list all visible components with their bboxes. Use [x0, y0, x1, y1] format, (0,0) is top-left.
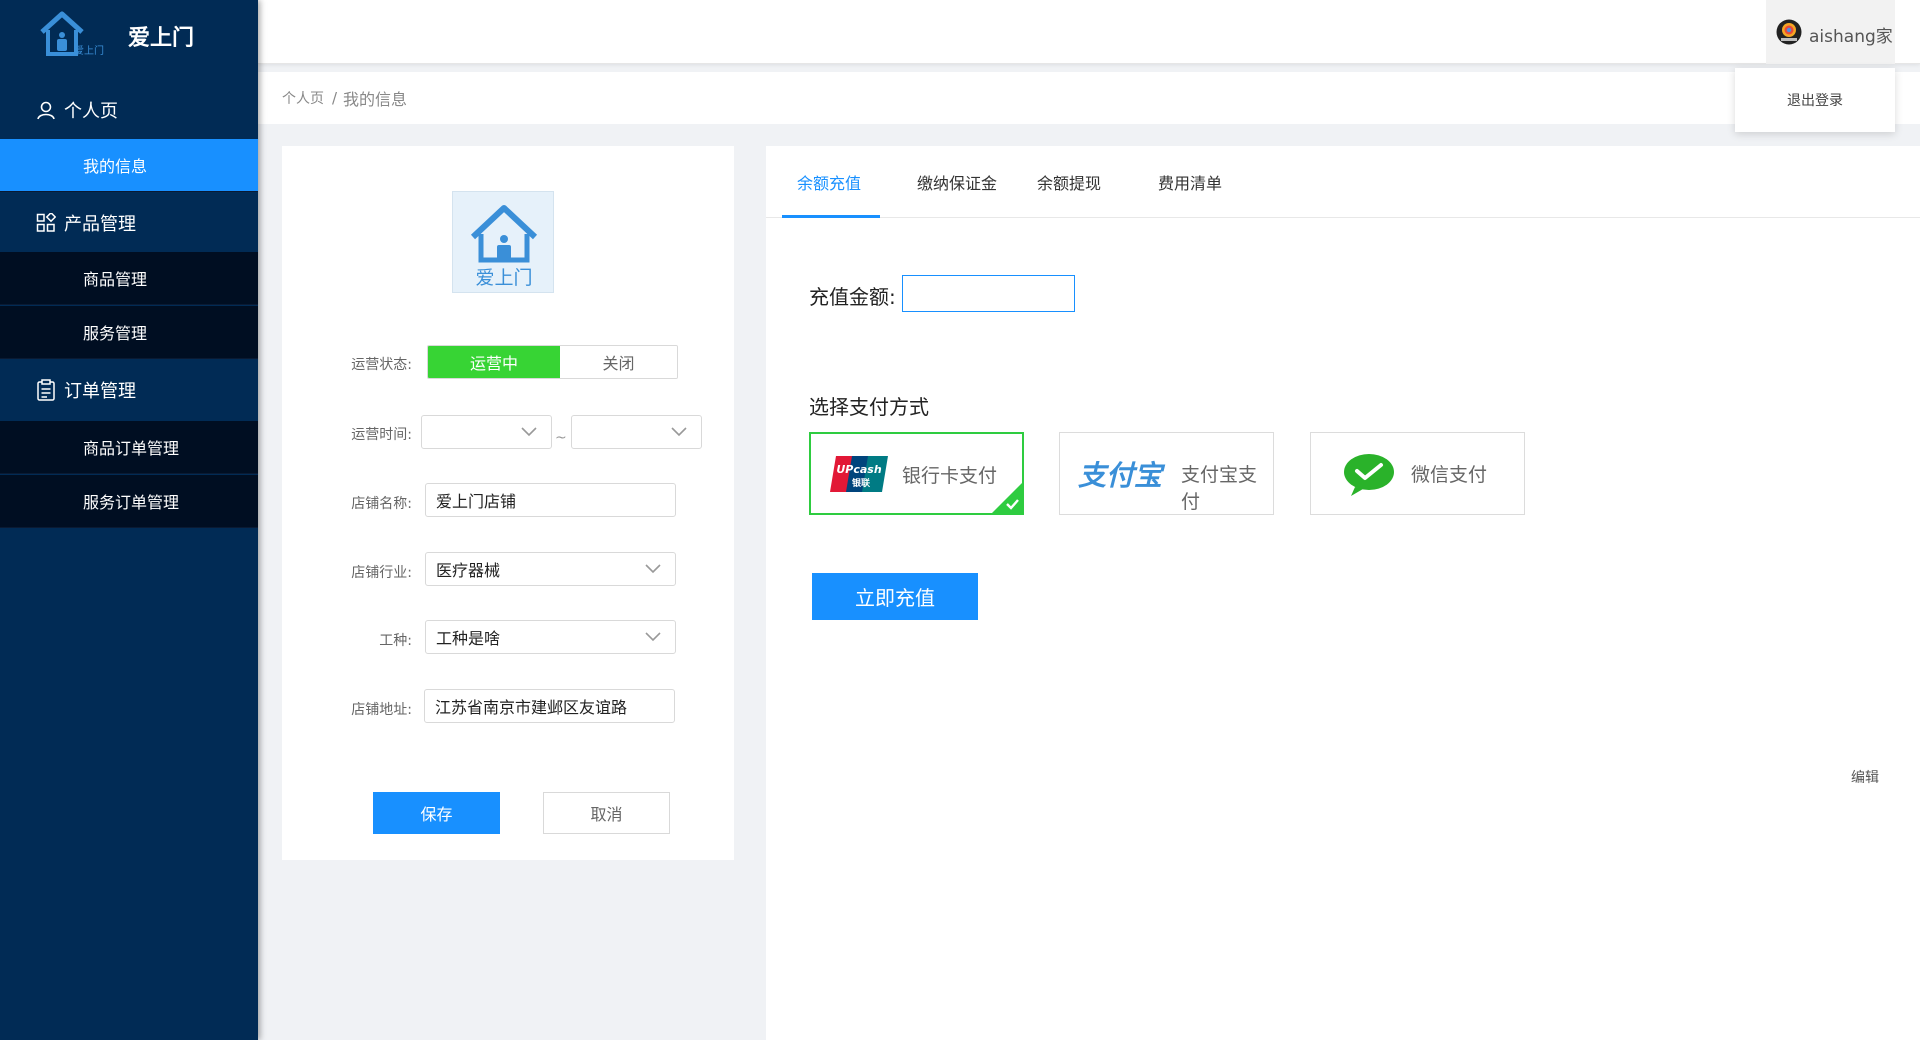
svg-text:UPcash: UPcash [836, 463, 881, 476]
menu-group-label: 产品管理 [64, 214, 136, 235]
shop-profile-panel: 爱上门 运营状态: 运营中 关闭 运营时间: ~ 店铺名称: 爱上门店铺 店铺行… [282, 146, 734, 860]
time-label: 运营时间: [351, 427, 412, 443]
amount-input[interactable] [902, 275, 1075, 312]
house-logo-icon: 爱上门 [470, 205, 538, 289]
industry-label: 店铺行业: [351, 565, 412, 581]
recharge-panel: 余额充值 缴纳保证金 余额提现 费用清单 充值金额: 选择支付方式 UPcash… [766, 146, 1920, 1040]
tab-bar: 余额充值 缴纳保证金 余额提现 费用清单 [766, 146, 1920, 218]
address-input[interactable]: 江苏省南京市建邺区友谊路 [424, 689, 675, 723]
status-on-option[interactable]: 运营中 [428, 346, 560, 378]
logo-mark-text: 爱上门 [74, 44, 104, 57]
wechat-pay-icon [1344, 454, 1394, 496]
alipay-icon: 支付宝 [1078, 459, 1166, 492]
pay-method-title: 选择支付方式 [809, 395, 929, 419]
address-label: 店铺地址: [351, 702, 412, 718]
end-time-select[interactable] [571, 415, 702, 449]
status-label: 运营状态: [351, 357, 412, 373]
time-separator: ~ [555, 430, 567, 446]
pay-option-label: 银行卡支付 [902, 465, 998, 487]
pay-option-label: 支付宝支付 [1181, 464, 1258, 513]
svg-text:银联: 银联 [852, 477, 871, 489]
pay-option-alipay[interactable]: 支付宝 支付宝支付 [1059, 432, 1274, 515]
sidebar-item-my-info[interactable]: 我的信息 [0, 139, 258, 192]
tab-deposit[interactable]: 缴纳保证金 [917, 146, 997, 218]
tab-withdraw[interactable]: 余额提现 [1037, 146, 1101, 218]
svg-text:支付宝: 支付宝 [1078, 459, 1166, 492]
tab-balance-recharge[interactable]: 余额充值 [797, 146, 861, 218]
save-button[interactable]: 保存 [373, 792, 500, 834]
worktype-value: 工种是啥 [436, 629, 501, 648]
cancel-button[interactable]: 取消 [543, 792, 670, 834]
breadcrumb-item-personal[interactable]: 个人页 [282, 88, 324, 108]
menu-group-products[interactable]: 产品管理 [0, 195, 258, 251]
avatar [1776, 19, 1802, 45]
status-off-option[interactable]: 关闭 [560, 346, 677, 378]
sidebar-item-label: 商品管理 [83, 270, 148, 289]
industry-select[interactable]: 医疗器械 [425, 552, 676, 586]
sidebar-item-label: 服务订单管理 [83, 493, 180, 512]
app-name: 爱上门 [128, 26, 195, 51]
sidebar-item-label: 服务管理 [83, 324, 148, 343]
unionpay-icon: UPcash 银联 [830, 456, 888, 492]
menu-group-label: 个人页 [64, 101, 118, 122]
top-header [258, 0, 1920, 64]
check-icon [992, 483, 1022, 513]
breadcrumb: 个人页 / 我的信息 [258, 72, 1920, 124]
chevron-down-icon [671, 427, 687, 437]
app-logo[interactable]: 爱上门 爱上门 [0, 0, 258, 70]
chevron-down-icon [645, 632, 661, 642]
sidebar: 爱上门 爱上门 个人页 我的信息 产品管理 商品管理 服务管理 订单管理 商品订… [0, 0, 258, 1040]
menu-group-personal[interactable]: 个人页 [0, 82, 258, 138]
apps-icon [36, 213, 56, 232]
amount-label: 充值金额: [809, 285, 896, 309]
sidebar-item-label: 我的信息 [83, 157, 148, 176]
user-icon [37, 101, 55, 120]
menu-group-label: 订单管理 [64, 381, 136, 402]
clipboard-icon [37, 379, 55, 401]
pay-option-label: 微信支付 [1411, 464, 1488, 486]
status-toggle[interactable]: 运营中 关闭 [427, 345, 678, 379]
shop-name-input[interactable]: 爱上门店铺 [425, 483, 676, 517]
name-label: 店铺名称: [351, 496, 412, 512]
sidebar-item-service-orders[interactable]: 服务订单管理 [0, 475, 258, 528]
recharge-now-button[interactable]: 立即充值 [812, 573, 978, 620]
tab-fee-list[interactable]: 费用清单 [1158, 146, 1222, 218]
user-menu[interactable]: aishang家 [1766, 0, 1895, 64]
active-tab-indicator [782, 215, 880, 218]
sidebar-item-goods-orders[interactable]: 商品订单管理 [0, 421, 258, 474]
sidebar-item-services[interactable]: 服务管理 [0, 306, 258, 359]
shop-name-value: 爱上门店铺 [436, 492, 517, 511]
pay-option-wechat[interactable]: 微信支付 [1310, 432, 1525, 515]
worktype-label: 工种: [379, 633, 412, 649]
start-time-select[interactable] [421, 415, 552, 449]
user-name: aishang家 [1809, 27, 1893, 47]
address-value: 江苏省南京市建邺区友谊路 [435, 698, 628, 717]
logout-button[interactable]: 退出登录 [1735, 68, 1895, 132]
sidebar-item-goods[interactable]: 商品管理 [0, 252, 258, 305]
worktype-select[interactable]: 工种是啥 [425, 620, 676, 654]
breadcrumb-item-current: 我的信息 [343, 90, 408, 109]
pay-option-bank-card[interactable]: UPcash 银联 银行卡支付 [809, 432, 1024, 515]
edit-link[interactable]: 编辑 [1851, 767, 1879, 787]
breadcrumb-separator: / [332, 89, 338, 107]
chevron-down-icon [645, 564, 661, 574]
menu-group-orders[interactable]: 订单管理 [0, 362, 258, 418]
house-logo-icon: 爱上门 [40, 11, 104, 57]
shop-logo[interactable]: 爱上门 [452, 191, 554, 293]
shop-logo-text: 爱上门 [475, 267, 532, 289]
chevron-down-icon [521, 427, 537, 437]
industry-value: 医疗器械 [436, 561, 501, 580]
sidebar-item-label: 商品订单管理 [83, 439, 180, 458]
